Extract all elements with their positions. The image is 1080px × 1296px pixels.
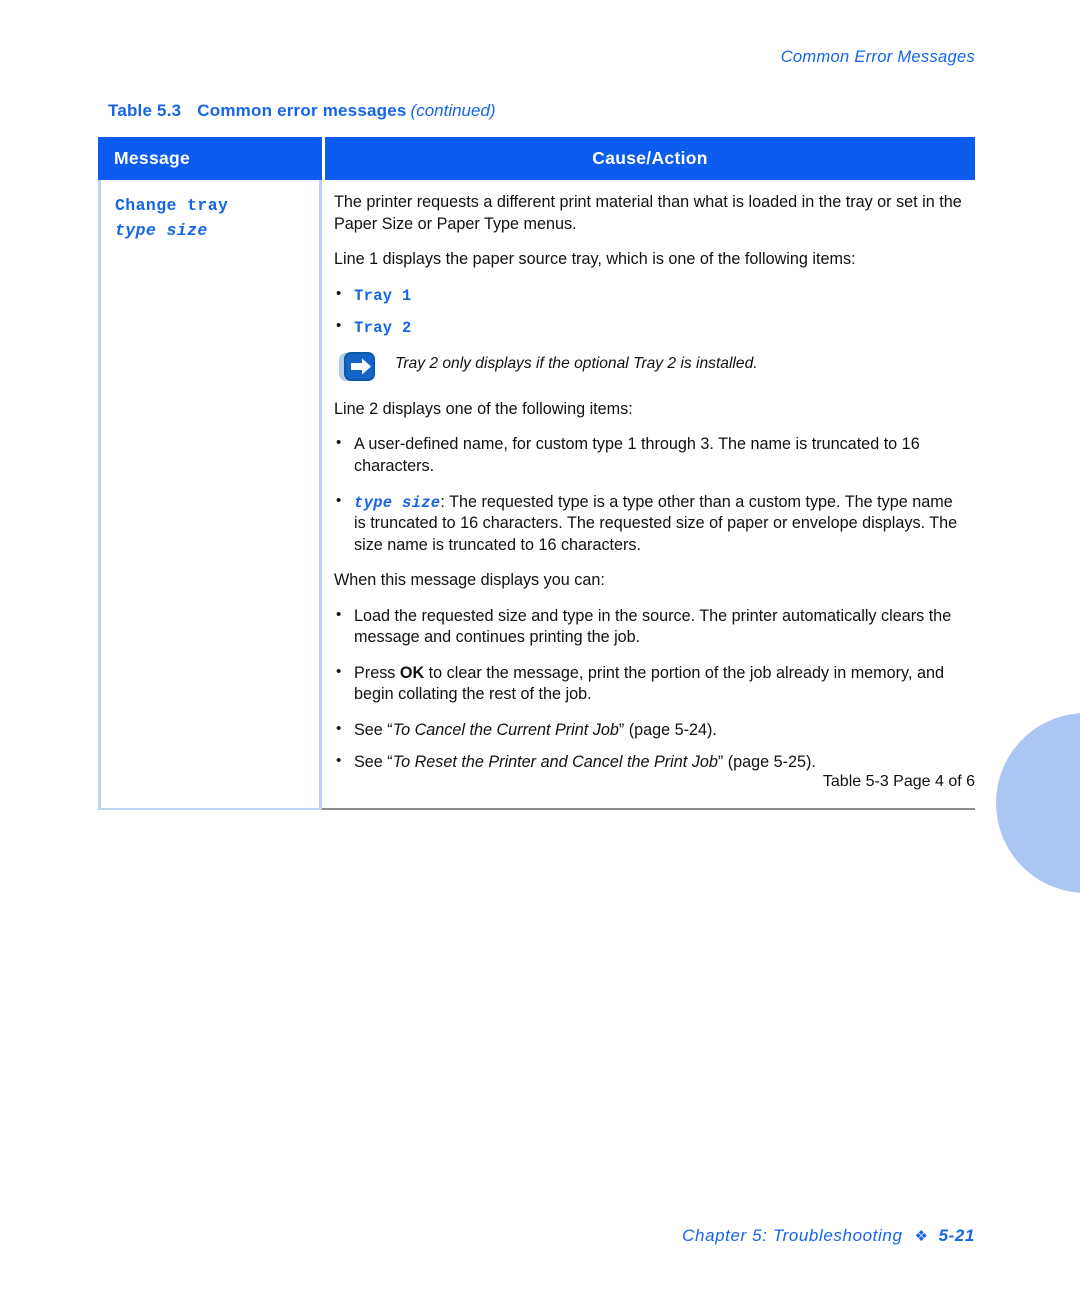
message-code-line2: type size <box>115 221 208 241</box>
table-caption: Table 5.3 Common error messages (continued… <box>108 101 496 121</box>
see-cancel-title: To Cancel the Current Print Job <box>392 720 619 739</box>
load-requested-size-text: Load the requested size and type in the … <box>354 606 952 647</box>
running-head: Common Error Messages <box>780 48 975 66</box>
page-number: 5-21 <box>938 1226 975 1245</box>
tray-1-code: Tray 1 <box>354 286 412 305</box>
message-code-block: Change tray type size <box>115 193 309 243</box>
press-ok-key: OK <box>399 663 425 682</box>
common-error-messages-table: Message Cause/Action Change tray type si… <box>98 137 975 810</box>
list-item-load-requested-size: Load the requested size and type in the … <box>334 605 963 649</box>
press-ok-prefix: Press <box>354 663 400 682</box>
arrow-right-note-icon <box>338 351 383 383</box>
table-row: Change tray type size The printer reques… <box>98 180 975 810</box>
user-defined-name-text: A user-defined name, for custom type 1 t… <box>354 435 920 475</box>
see-reset-title: To Reset the Printer and Cancel the Prin… <box>392 753 718 772</box>
type-size-code: type size <box>354 493 441 512</box>
page-footer-chapter: Chapter 5: Troubleshooting <box>682 1226 903 1245</box>
column-header-cause-action: Cause/Action <box>592 148 708 168</box>
list-item-tray-1: Tray 1 <box>334 284 963 307</box>
see-cancel-lead: See “ <box>354 720 393 739</box>
see-reset-tail: ” (page 5-25). <box>717 753 816 772</box>
cause-paragraph-2: Line 1 displays the paper source tray, w… <box>334 250 856 269</box>
cell-message: Change tray type size <box>101 180 322 810</box>
message-code-line1: Change tray <box>115 196 229 215</box>
cause-paragraph-4: When this message displays you can: <box>334 571 605 590</box>
list-item-type-size: type size: The requested type is a type … <box>334 491 963 557</box>
cause-paragraph-1: The printer requests a different print m… <box>334 193 962 233</box>
cause-paragraph-3: Line 2 displays one of the following ite… <box>334 399 633 418</box>
table-caption-continued: (continued) <box>410 101 496 120</box>
table-caption-title: Common error messages <box>197 101 407 120</box>
list-item-see-cancel-current-print-job: See “To Cancel the Current Print Job” (p… <box>334 719 963 742</box>
table-caption-number: Table 5.3 <box>108 101 182 120</box>
list-item-user-defined-name: A user-defined name, for custom type 1 t… <box>334 433 963 477</box>
note-block: Tray 2 only displays if the optional Tra… <box>334 350 963 383</box>
see-reset-lead: See “ <box>354 753 393 772</box>
list-item-tray-2: Tray 2 <box>334 316 963 339</box>
see-cancel-tail: ” (page 5-24). <box>618 720 717 739</box>
list-item-see-reset-printer: See “To Reset the Printer and Cancel the… <box>334 752 963 774</box>
list-item-press-ok: Press OK to clear the message, print the… <box>334 662 963 706</box>
page-footer: Chapter 5: Troubleshooting ❖ 5-21 <box>682 1226 975 1246</box>
column-header-message: Message <box>114 148 191 168</box>
note-text: Tray 2 only displays if the optional Tra… <box>395 354 758 372</box>
tray-2-code: Tray 2 <box>354 319 412 338</box>
table-header-row: Message Cause/Action <box>98 137 975 180</box>
type-size-text: : The requested type is a type other tha… <box>354 492 958 554</box>
cell-cause-action: The printer requests a different print m… <box>322 180 975 810</box>
diamond-icon: ❖ <box>914 1228 929 1245</box>
press-ok-suffix: to clear the message, print the portion … <box>354 663 944 704</box>
decorative-circle <box>996 713 1080 893</box>
table-footer-caption: Table 5-3 Page 4 of 6 <box>822 773 975 790</box>
